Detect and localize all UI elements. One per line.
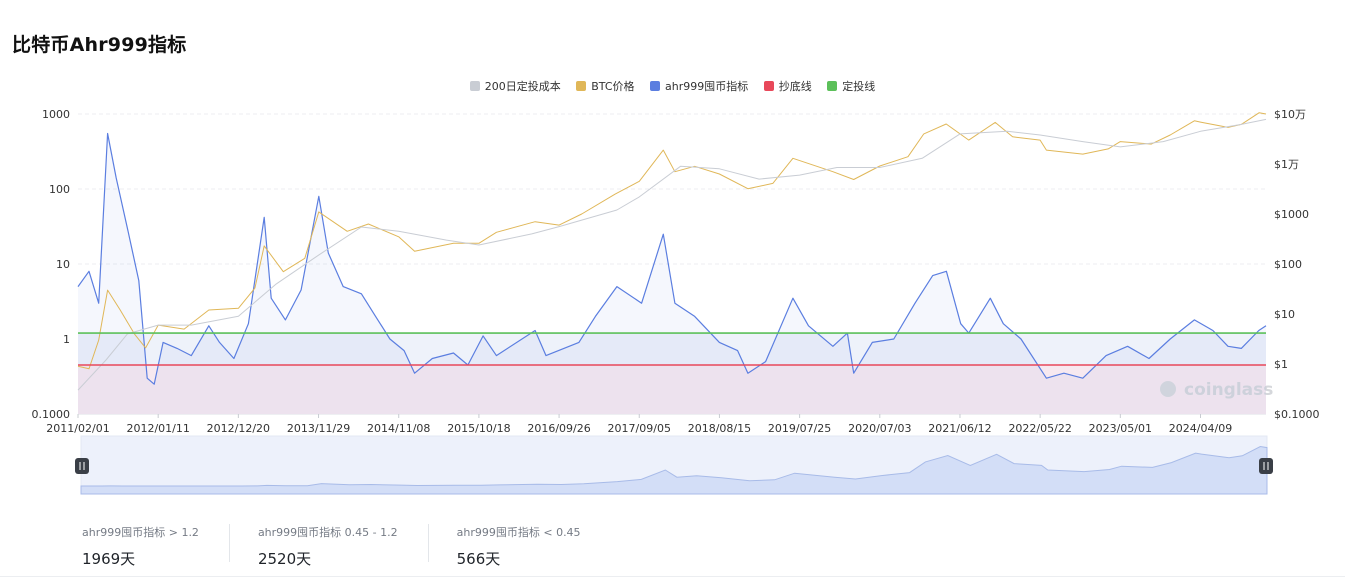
y-right-tick-label: $1万	[1274, 158, 1299, 171]
x-tick-label: 2012/12/20	[207, 422, 270, 435]
stat-value: 1969天	[82, 550, 136, 568]
x-tick-label: 2023/05/01	[1089, 422, 1152, 435]
y-left-tick-label: 1	[63, 333, 70, 346]
stat-value: 2520天	[257, 550, 312, 568]
x-tick-label: 2018/08/15	[688, 422, 751, 435]
x-tick-label: 2017/09/05	[608, 422, 671, 435]
ahr999-chart[interactable]: 1000 100 10 1 0.1000 $10万 $1万 $1000 $100 $10 $1 $0.…	[0, 0, 1345, 510]
stat-below-bottom: ahr999囤币指标 < 0.45 566天	[456, 524, 611, 568]
stat-between: ahr999囤币指标 0.45 - 1.2 2520天	[257, 524, 429, 568]
x-tick-label: 2016/09/26	[527, 422, 590, 435]
y-right-tick-label: $1	[1274, 358, 1288, 371]
x-tick-label: 2022/05/22	[1008, 422, 1071, 435]
stat-label: ahr999囤币指标 0.45 - 1.2	[257, 526, 398, 539]
x-tick-label: 2024/04/09	[1169, 422, 1232, 435]
stat-label: ahr999囤币指标 < 0.45	[456, 526, 581, 539]
y-right-tick-label: $10万	[1274, 108, 1306, 121]
navigator-right-handle[interactable]	[1259, 458, 1273, 474]
x-tick-label: 2020/07/03	[848, 422, 911, 435]
y-right-tick-label: $1000	[1274, 208, 1309, 221]
stat-above-dca: ahr999囤币指标 > 1.2 1969天	[82, 524, 230, 568]
y-right-tick-label: $100	[1274, 258, 1302, 271]
handle-body	[75, 458, 89, 474]
y-left-tick-label: 1000	[42, 108, 70, 121]
x-tick-label: 2019/07/25	[768, 422, 831, 435]
x-tick-label: 2015/10/18	[447, 422, 510, 435]
stat-value: 566天	[456, 550, 501, 568]
x-tick-label: 2011/02/01	[46, 422, 109, 435]
y-right-tick-label: $0.1000	[1274, 408, 1320, 421]
divider	[0, 576, 1345, 577]
y-right-tick-label: $10	[1274, 308, 1295, 321]
handle-body	[1259, 458, 1273, 474]
x-tick-label: 2014/11/08	[367, 422, 430, 435]
y-left-tick-label: 0.1000	[32, 408, 71, 421]
stats-row: ahr999囤币指标 > 1.2 1969天 ahr999囤币指标 0.45 -…	[82, 524, 639, 568]
x-tick-label: 2013/11/29	[287, 422, 350, 435]
stat-label: ahr999囤币指标 > 1.2	[82, 526, 199, 539]
navigator-left-handle[interactable]	[75, 458, 89, 474]
x-tick-label: 2012/01/11	[126, 422, 189, 435]
y-left-tick-label: 100	[49, 183, 70, 196]
y-left-tick-label: 10	[56, 258, 70, 271]
x-tick-label: 2021/06/12	[928, 422, 991, 435]
